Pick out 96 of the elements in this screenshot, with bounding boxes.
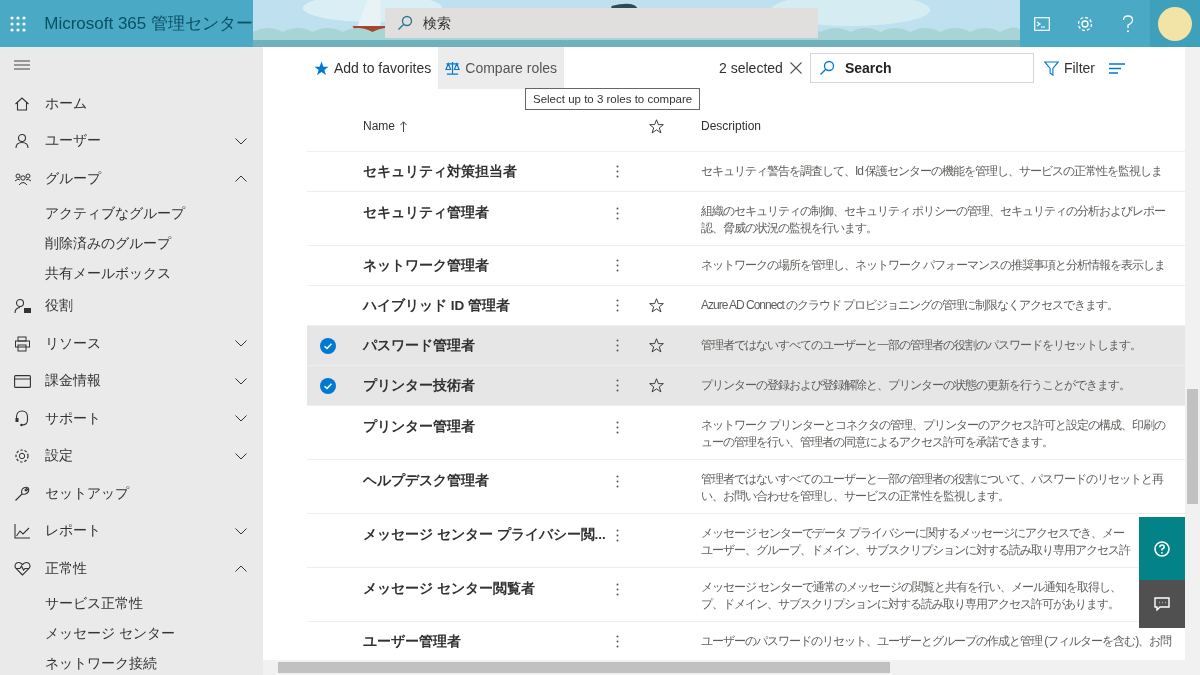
more-icon[interactable] [615,339,619,352]
role-name: セキュリティ管理者 [363,204,490,222]
role-description: セキュリティ警告を調査して、Id 保護センターの機能を管理し、サービスの正常性を監視しま [701,164,1163,179]
role-description: メッセージ センターで通常のメッセージの閲覧と共有を行い、メール通知を取得し、 [701,580,1122,595]
more-icon[interactable] [615,165,619,178]
check-circle-icon[interactable] [320,377,336,394]
star-outline-icon[interactable] [649,298,664,313]
role-description: プリンターの登録および登録解除と、プリンターの状態の更新を行うことができます。 [701,378,1130,393]
column-header[interactable]: Name [363,119,605,133]
role-description: ユーザーのパスワードのリセット、ユーザーとグループの作成と管理 (フィルターを含む)、お問 [701,634,1172,649]
role-name: メッセージ センター閲覧者 [363,580,536,598]
nav-item[interactable]: ホーム [0,85,263,123]
nav-item[interactable]: 正常性 [0,550,263,588]
horizontal-scrollbar[interactable] [263,660,1200,675]
nav-subitem[interactable]: ネットワーク接続 [0,647,263,675]
tooltip: Select up to 3 roles to compare [525,88,701,110]
role-description: ネットワーク プリンターとコネクタの管理、プリンターのアクセス許可と設定の構成、印刷の [701,418,1166,433]
home-icon [14,95,30,112]
role-description: 組織のセキュリティの制御、セキュリティ ポリシーの管理、セキュリティの分析およびレポー [701,204,1166,219]
people-icon [14,171,32,186]
more-icon[interactable] [615,207,619,220]
nav-item[interactable]: レポート [0,512,263,550]
role-description: 管理者ではないすべてのユーザーと一部の管理者の役割について、パスワードのリセットと再 [701,472,1163,487]
search-field[interactable]: 検索 [385,8,818,38]
nav-item[interactable]: リソース [0,325,263,363]
add-to-favorites-button[interactable]: Add to favorites [307,47,439,89]
more-icon[interactable] [615,259,619,272]
role-name: プリンター技術者 [363,376,476,395]
role-description: ューの管理を行い、管理者の同意によるアクセス許可を承諾できます。 [701,435,1053,450]
role-description: ユーザー、グループ、ドメイン、サブスクリプションに対する読み取り専用アクセス許 [701,543,1130,558]
check-circle-icon[interactable] [320,337,336,354]
role-name: プリンター管理者 [363,418,476,436]
role-description: プ、ドメイン、サブスクリプションに対する読み取り専用アクセス許可があります。 [701,597,1119,612]
star-icon [314,60,329,76]
role-name: ヘルプデスク管理者 [363,472,490,490]
search-field[interactable]: Search [809,53,1034,83]
more-icon[interactable] [615,379,619,392]
search-icon [397,15,413,31]
close-icon[interactable] [789,62,802,74]
chat-icon [1154,597,1170,611]
sort-ascending-icon [400,120,407,132]
selected-row[interactable]: パスワード管理者 管理者ではないすべてのユーザーと一部の管理者の役割のパスワードをリセットします。 [307,326,1185,366]
nav-item[interactable]: セットアップ [0,475,263,513]
help-icon [1154,540,1170,557]
help-button[interactable] [1139,517,1185,580]
nav-item[interactable]: グループ [0,160,263,198]
role-description: Azure AD Connect のクラウド プロビジョニングの管理に制限なくアクセスできます。 [701,298,1119,313]
role-name: ハイブリッド ID 管理者 [363,296,511,315]
star-outline-icon[interactable] [649,378,664,393]
star-outline-icon [649,118,664,134]
compare-roles-button[interactable]: Compare roles [438,47,565,89]
more-icon[interactable] [615,421,619,434]
role-name: ネットワーク管理者 [363,256,490,275]
star-outline-icon[interactable] [649,338,664,353]
settings-icon [14,448,30,465]
person-icon [14,133,30,150]
more-icon[interactable] [615,475,619,488]
nav-item[interactable]: 役割 [0,287,263,325]
nav-subitem[interactable]: メッセージ センター [0,617,263,648]
column-header[interactable]: Description [701,119,1185,133]
person-badge-icon [14,298,32,315]
role-name: パスワード管理者 [363,336,476,355]
role-name: メッセージ センター プライバシー閲... [363,526,605,544]
nav-subitem[interactable]: アクティブなグループ [0,197,263,228]
card-icon [14,374,31,388]
nav-item[interactable]: 課金情報 [0,362,263,400]
nav-item[interactable]: ユーザー [0,122,263,160]
chart-icon [14,523,30,539]
more-icon[interactable] [615,635,619,648]
selected-count: 2 selected [719,60,783,76]
nav-item[interactable]: 設定 [0,437,263,475]
filter-button[interactable]: Filter [1039,47,1099,89]
vertical-scrollbar[interactable] [1185,47,1200,660]
nav-subitem[interactable]: サービス正常性 [0,587,263,618]
heart-icon [14,561,31,577]
search-icon [818,60,835,76]
filter-icon [1043,60,1059,76]
feedback-button[interactable] [1139,580,1185,628]
headset-icon [14,410,30,428]
more-icon[interactable] [615,529,619,542]
more-icon[interactable] [615,583,619,596]
scale-icon [445,60,461,76]
role-description: メッセージ センターでデータ プライバシーに関するメッセージにアクセスでき、メー [701,526,1124,541]
app-title: Microsoft 365 管理センター [44,13,253,35]
selected-row[interactable]: プリンター技術者 プリンターの登録および登録解除と、プリンターの状態の更新を行うことができます。 [307,366,1185,406]
role-description: 認、脅威の状況の監視を行います。 [701,221,877,236]
nav-item[interactable]: サポート [0,400,263,438]
role-name: ユーザー管理者 [363,632,462,651]
role-description: ネットワークの場所を管理し、ネットワーク パフォーマンスの推奨事項と分析情報を表示しま [701,258,1166,273]
nav-subitem[interactable]: 共有メールボックス [0,257,263,288]
role-description: い、お問い合わせを管理し、サービスの正常性を監視します。 [701,489,1009,504]
role-name: セキュリティ対策担当者 [363,162,518,181]
role-description: 管理者ではないすべてのユーザーと一部の管理者の役割のパスワードをリセットします。 [701,338,1141,353]
nav-subitem[interactable]: 削除済みのグループ [0,227,263,258]
more-icon[interactable] [615,299,619,312]
printer-icon [14,335,31,352]
